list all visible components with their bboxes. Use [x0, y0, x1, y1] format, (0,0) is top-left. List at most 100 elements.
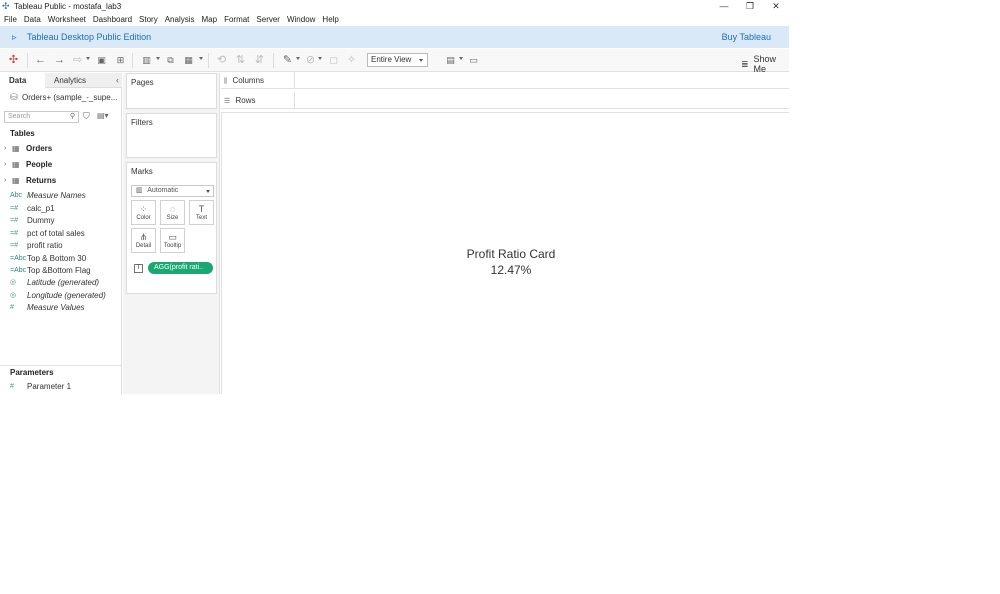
minimize-button[interactable]: —	[711, 1, 737, 11]
menu-analysis[interactable]: Analysis	[165, 15, 195, 24]
menu-file[interactable]: File	[4, 15, 17, 24]
fit-dropdown[interactable]: Entire View	[367, 53, 428, 67]
field-latitude[interactable]: ◎ Latitude (generated)	[0, 276, 99, 288]
sort-ascending-icon[interactable]: ⇅	[234, 54, 247, 66]
save-icon[interactable]: ▣	[95, 54, 108, 66]
menu-dashboard[interactable]: Dashboard	[93, 15, 132, 24]
field-top-bottom-flag[interactable]: =Abc Top &Bottom Flag	[0, 264, 91, 276]
menu-worksheet[interactable]: Worksheet	[48, 15, 86, 24]
collapse-pane-icon[interactable]: ‹	[116, 75, 119, 85]
swap-icon[interactable]: ⟲	[215, 54, 228, 66]
mark-type-dropdown[interactable]: ▥ Automatic	[131, 185, 214, 197]
parameter-icon: #	[10, 382, 14, 390]
replay-dropdown-icon[interactable]	[86, 57, 90, 60]
field-label: profit ratio	[27, 240, 63, 250]
view-options-icon[interactable]: ▤▾	[97, 111, 109, 120]
highlight-icon[interactable]: ✎	[281, 54, 294, 66]
table-item-returns[interactable]: › ▦ Returns	[0, 174, 56, 186]
expand-icon[interactable]: ›	[4, 161, 10, 168]
field-label: Longitude (generated)	[27, 290, 106, 300]
menu-story[interactable]: Story	[139, 15, 158, 24]
field-label: Measure Names	[27, 190, 86, 200]
title-bar: ✣ Tableau Public - mostafa_lab3 — ❐ ✕	[0, 0, 789, 12]
clear-sheet-icon[interactable]: ▦	[182, 54, 195, 66]
search-input[interactable]: Search ⚲	[4, 111, 79, 123]
profit-ratio-pill[interactable]: AGG(profit rati..	[148, 262, 213, 274]
datasource-label: Orders+ (sample_-_supe...	[22, 93, 118, 102]
labels-icon[interactable]: ▢	[327, 54, 340, 66]
show-me-label: Show Me	[753, 54, 776, 74]
worksheet-view[interactable]: Profit Ratio Card 12.47%	[221, 112, 789, 394]
expand-icon[interactable]: ›	[4, 145, 10, 152]
maximize-button[interactable]: ❐	[737, 1, 763, 12]
pages-card[interactable]: Pages	[126, 73, 217, 109]
presentation-mode-icon[interactable]: ▭	[467, 54, 480, 66]
size-icon: ◌	[169, 204, 176, 214]
field-measure-values[interactable]: # Measure Values	[0, 301, 85, 313]
calc-measure-icon: =#	[10, 229, 18, 237]
expand-icon[interactable]: ›	[4, 177, 10, 184]
undo-icon[interactable]: ←	[34, 54, 47, 66]
tableau-window: ✣ Tableau Public - mostafa_lab3 — ❐ ✕ Fi…	[0, 0, 789, 394]
menu-format[interactable]: Format	[224, 15, 249, 24]
rows-shelf[interactable]: ☰ Rows	[221, 92, 789, 109]
sort-descending-icon[interactable]: ⇵	[253, 54, 266, 66]
tooltip-button[interactable]: ▭ Tooltip	[160, 228, 185, 253]
tableau-home-icon[interactable]: ✣	[7, 54, 20, 66]
menu-map[interactable]: Map	[202, 15, 218, 24]
text-icon: T	[198, 204, 205, 214]
new-worksheet-dropdown-icon[interactable]	[156, 57, 160, 60]
new-datasource-icon[interactable]: ⊞	[114, 54, 127, 66]
field-label: Latitude (generated)	[27, 277, 100, 287]
tab-analytics[interactable]: Analytics	[45, 73, 90, 88]
replay-icon[interactable]: ⇨	[71, 54, 84, 66]
field-profit-ratio[interactable]: =# profit ratio	[0, 239, 63, 251]
filter-icon[interactable]: ⛉	[83, 111, 90, 122]
field-measure-names[interactable]: Abc Measure Names	[0, 189, 86, 201]
color-icon: ⁘	[139, 204, 148, 214]
field-calc-p1[interactable]: =# calc_p1	[0, 202, 55, 214]
menu-data[interactable]: Data	[24, 15, 41, 24]
field-label: Top & Bottom 30	[27, 253, 87, 263]
field-pct-of-total-sales[interactable]: =# pct of total sales	[0, 227, 85, 239]
text-button[interactable]: T Text	[189, 200, 214, 225]
parameter-label: Parameter 1	[27, 381, 72, 391]
filters-card[interactable]: Filters	[126, 113, 217, 158]
table-item-people[interactable]: › ▦ People	[0, 158, 52, 170]
edition-banner: ▹ Tableau Desktop Public Edition Buy Tab…	[0, 26, 789, 48]
buy-tableau-link[interactable]: Buy Tableau	[722, 32, 771, 42]
group-icon[interactable]: ⊘	[304, 54, 317, 66]
tooltip-icon: ▭	[168, 232, 177, 242]
group-dropdown-icon[interactable]	[318, 57, 322, 60]
detail-button[interactable]: ⋔ Detail	[131, 228, 156, 253]
show-me-button[interactable]: ≣ Show Me	[741, 54, 789, 74]
field-top-bottom-30[interactable]: =Abc Top & Bottom 30	[0, 252, 86, 264]
redo-icon[interactable]: →	[53, 54, 66, 66]
show-cards-dropdown-icon[interactable]	[459, 57, 463, 60]
close-button[interactable]: ✕	[763, 1, 789, 12]
menu-server[interactable]: Server	[256, 15, 280, 24]
calc-measure-icon: =#	[10, 216, 18, 224]
marks-card-title: Marks	[131, 167, 153, 176]
menu-window[interactable]: Window	[287, 15, 315, 24]
string-field-icon: Abc	[10, 191, 23, 199]
duplicate-sheet-icon[interactable]: ⧉	[164, 54, 177, 66]
color-button[interactable]: ⁘ Color	[131, 200, 156, 225]
calc-string-icon: =Abc	[10, 266, 27, 274]
clear-dropdown-icon[interactable]	[199, 57, 203, 60]
fit-dropdown-label: Entire View	[371, 55, 412, 64]
menu-help[interactable]: Help	[322, 15, 338, 24]
text-encoding-icon[interactable]: T	[134, 263, 143, 273]
highlight-dropdown-icon[interactable]	[296, 57, 300, 60]
datasource-item[interactable]: ⛁ Orders+ (sample_-_supe...	[10, 92, 117, 103]
field-longitude[interactable]: ◎ Longitude (generated)	[0, 289, 106, 301]
size-button[interactable]: ◌ Size	[160, 200, 185, 225]
table-item-orders[interactable]: › ▦ Orders	[0, 142, 52, 154]
show-cards-icon[interactable]: ▤	[444, 54, 457, 66]
new-worksheet-icon[interactable]: ▥	[140, 54, 153, 66]
columns-shelf[interactable]: ⫼ Columns	[221, 72, 789, 89]
pin-icon[interactable]: ✧	[345, 54, 358, 66]
parameter-item[interactable]: # Parameter 1	[0, 380, 71, 392]
field-dummy[interactable]: =# Dummy	[0, 214, 55, 226]
tab-data[interactable]: Data	[0, 73, 45, 88]
